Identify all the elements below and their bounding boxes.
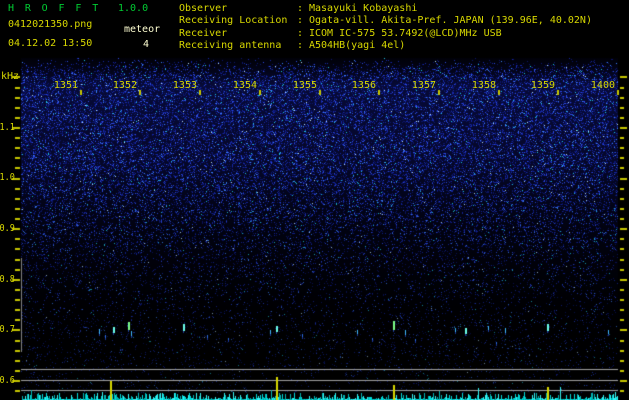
info-label-location: Receiving Location (179, 15, 288, 26)
freq-tick-label: 0.7 (0, 324, 15, 335)
time-tick-label: 1355 (292, 80, 317, 91)
time-tick-label: 1354 (232, 80, 257, 91)
time-tick-label: 1352 (112, 80, 137, 91)
hrofft-output-image: H R O F F T 1.0.0 0412021350.png meteor … (0, 0, 629, 400)
time-tick-label: 1359 (530, 80, 555, 91)
info-label-observer: Observer (179, 3, 228, 14)
spectrogram-canvas (0, 0, 629, 400)
info-label-receiver: Receiver (179, 28, 228, 39)
time-tick-label: 1358 (471, 80, 496, 91)
khz-unit-label: kHz (1, 71, 20, 82)
freq-tick-label: 0.6 (0, 375, 15, 386)
time-tick-label: 1353 (172, 80, 197, 91)
info-value-observer: Masayuki Kobayashi (309, 3, 418, 14)
info-value-receiver: ICOM IC-575 53.7492(@LCD)MHz USB (309, 28, 502, 39)
info-separator: : (297, 28, 304, 39)
time-tick-label: 1400 (590, 80, 615, 91)
info-separator: : (297, 3, 304, 14)
info-separator: : (297, 15, 304, 26)
freq-tick-label: 1.1 (0, 122, 15, 133)
time-tick-label: 1357 (411, 80, 436, 91)
echo-count: 4 (143, 39, 150, 50)
output-filename: 0412021350.png (8, 19, 93, 30)
app-title: H R O F F T (8, 3, 101, 14)
time-tick-label: 1351 (53, 80, 78, 91)
freq-tick-label: 0.8 (0, 274, 15, 285)
time-tick-label: 1356 (351, 80, 376, 91)
observation-mode-label: meteor (124, 24, 161, 35)
info-separator: : (297, 40, 304, 51)
observation-datetime: 04.12.02 13:50 (8, 38, 93, 49)
info-value-antenna: A504HB(yagi 4el) (309, 40, 406, 51)
freq-tick-label: 0.9 (0, 223, 15, 234)
app-version: 1.0.0 (118, 3, 149, 14)
freq-tick-label: 1.0 (0, 172, 15, 183)
info-label-antenna: Receiving antenna (179, 40, 282, 51)
info-value-location: Ogata-vill. Akita-Pref. JAPAN (139.96E, … (309, 15, 592, 26)
